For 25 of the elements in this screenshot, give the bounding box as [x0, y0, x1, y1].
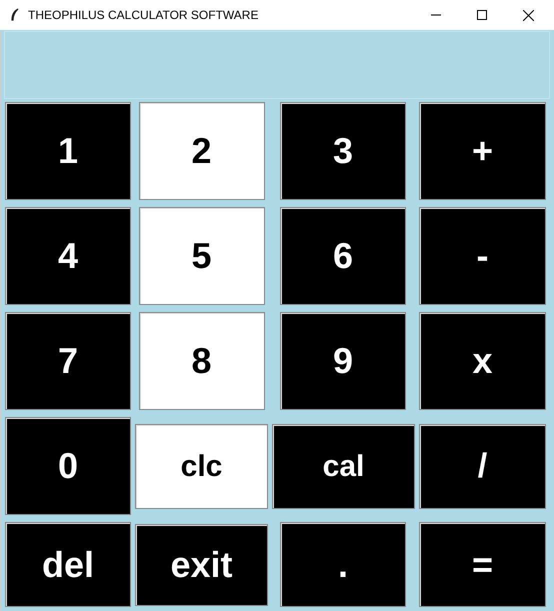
window-title: THEOPHILUS CALCULATOR SOFTWARE [28, 8, 258, 22]
calculator-key[interactable]: del [5, 522, 131, 607]
calculator-key[interactable]: 0 [5, 417, 131, 515]
calculator-key[interactable]: . [280, 522, 406, 607]
calculator-key[interactable]: cal [272, 424, 415, 509]
display-field[interactable] [4, 31, 550, 99]
calculator-key[interactable]: exit [135, 524, 268, 606]
calculator-key[interactable]: 4 [5, 207, 131, 305]
calculator-key[interactable]: 8 [138, 312, 264, 410]
calculator-key[interactable]: 2 [138, 102, 264, 200]
calculator-key[interactable]: 5 [138, 207, 264, 305]
maximize-icon[interactable] [477, 10, 487, 20]
close-icon[interactable] [523, 10, 534, 20]
calculator-key[interactable]: 1 [5, 102, 131, 200]
calculator-key[interactable]: + [419, 102, 546, 200]
calculator-key[interactable]: 3 [280, 102, 406, 200]
calculator-key[interactable]: 7 [5, 312, 131, 410]
calculator-key[interactable]: - [419, 207, 546, 305]
calculator-key[interactable]: 6 [280, 207, 406, 305]
calculator-key[interactable]: clc [135, 424, 268, 509]
calculator-key[interactable]: = [419, 522, 546, 607]
calculator-key[interactable]: / [419, 424, 546, 509]
calculator-key[interactable]: 9 [280, 312, 406, 410]
calculator-key[interactable]: x [419, 312, 546, 410]
feather-icon [10, 8, 20, 22]
